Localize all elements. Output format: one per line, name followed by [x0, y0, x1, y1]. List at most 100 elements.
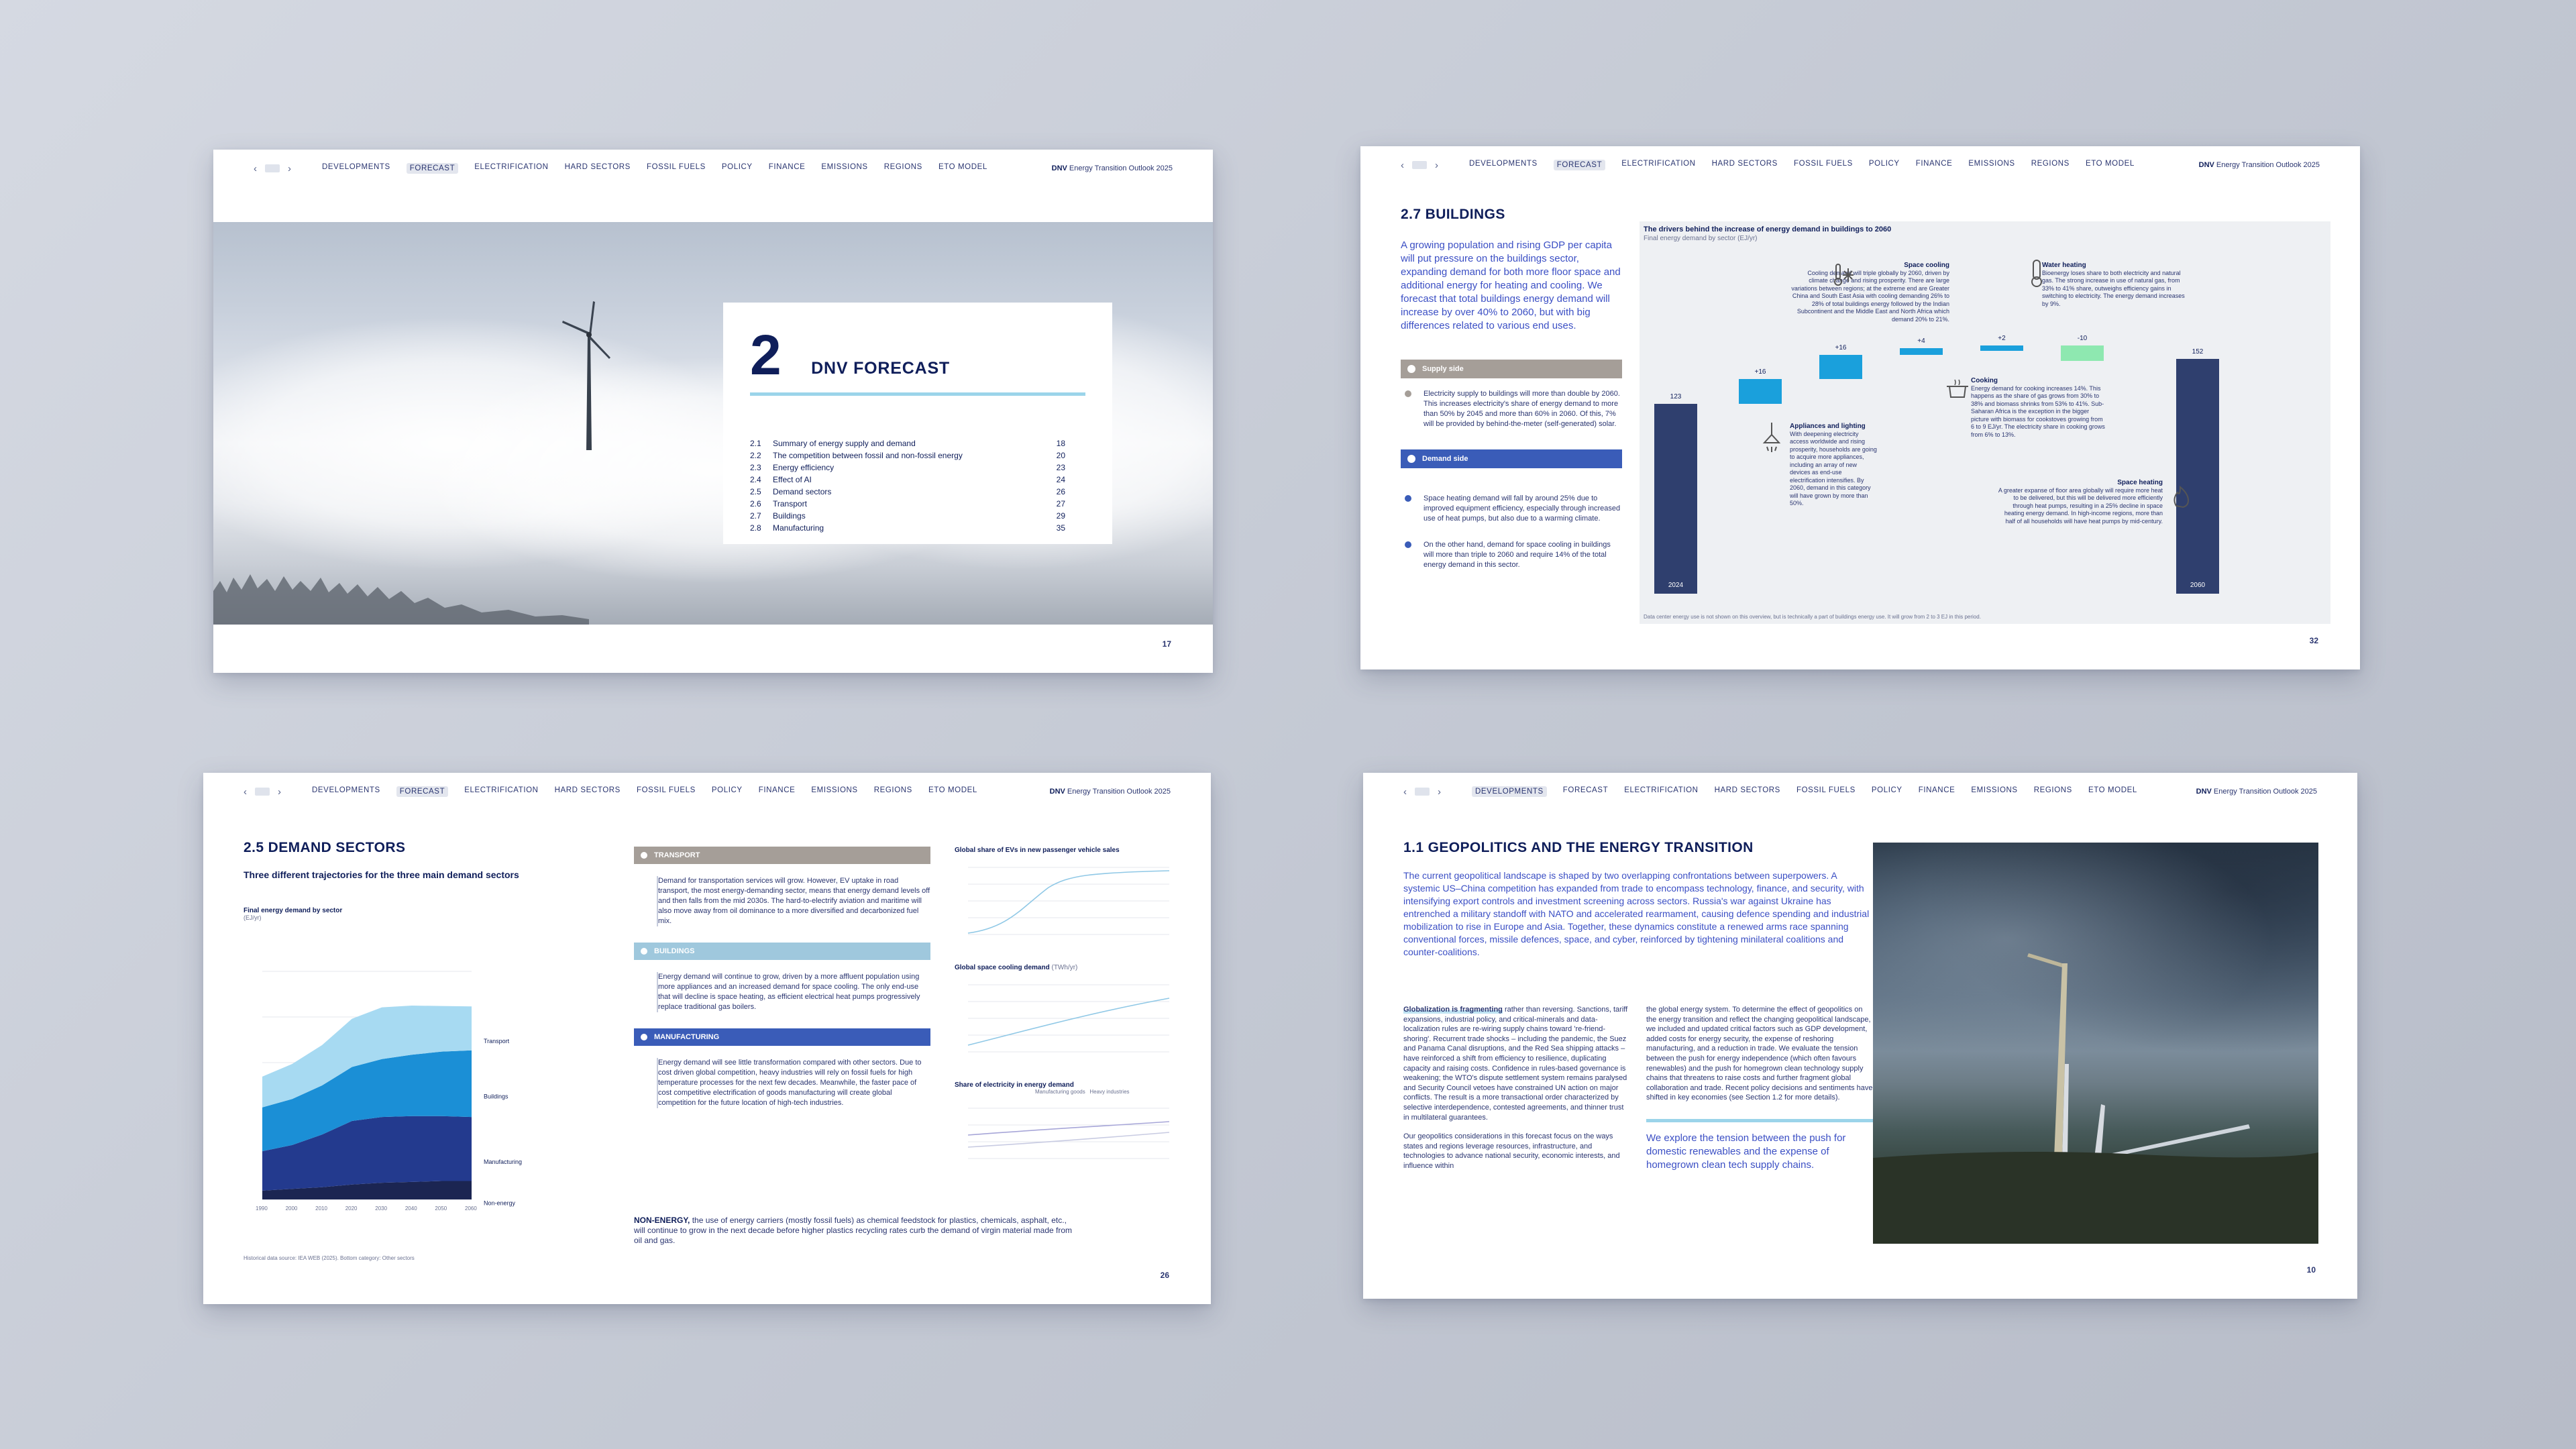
- chevron-right-icon[interactable]: ›: [278, 786, 281, 798]
- nav-item-forecast[interactable]: FORECAST: [1563, 786, 1608, 797]
- section-subheading: Three different trajectories for the thr…: [244, 869, 519, 880]
- chevron-right-icon[interactable]: ›: [288, 163, 291, 174]
- nav-item-forecast[interactable]: FORECAST: [396, 786, 449, 797]
- nav-item-policy[interactable]: POLICY: [1869, 160, 1900, 170]
- chevron-left-icon[interactable]: ‹: [254, 163, 257, 174]
- nav-item-finance[interactable]: FINANCE: [1919, 786, 1955, 797]
- nav-item-emissions[interactable]: EMISSIONS: [811, 786, 857, 797]
- x-tick-label: 2010: [315, 1205, 327, 1212]
- nav-item-forecast[interactable]: FORECAST: [1553, 160, 1606, 170]
- brand-title: Energy Transition Outlook 2025: [2213, 788, 2317, 796]
- heating-icon: [2174, 485, 2190, 508]
- brand-logo: DNV: [1049, 788, 1065, 796]
- toc-item[interactable]: 2.4 Effect of AI 24: [750, 474, 1065, 486]
- toc-item[interactable]: 2.2 The competition between fossil and no…: [750, 449, 1065, 462]
- nav-item-developments[interactable]: DEVELOPMENTS: [1469, 160, 1538, 170]
- toc-item[interactable]: 2.7 Buildings 29: [750, 510, 1065, 522]
- nav-item-finance[interactable]: FINANCE: [1916, 160, 1953, 170]
- nav-item-electrification[interactable]: ELECTRIFICATION: [474, 163, 548, 174]
- transport-text: Demand for transportation services will …: [657, 876, 930, 926]
- waterfall-bar: [2061, 345, 2104, 361]
- manufacturing-text: Energy demand will see little transforma…: [657, 1058, 930, 1108]
- nav-item-eto-model[interactable]: ETO MODEL: [2088, 786, 2137, 797]
- nav-item-emissions[interactable]: EMISSIONS: [821, 163, 867, 174]
- nav-item-regions[interactable]: REGIONS: [2034, 786, 2072, 797]
- cooking-pot-icon: [1947, 379, 1968, 398]
- nav-item-developments[interactable]: DEVELOPMENTS: [1472, 786, 1547, 797]
- nav-item-policy[interactable]: POLICY: [722, 163, 753, 174]
- nav-item-finance[interactable]: FINANCE: [769, 163, 806, 174]
- crane-turbine-silhouette: [1873, 953, 2318, 1244]
- brand-label[interactable]: DNV Energy Transition Outlook 2025: [2196, 788, 2317, 796]
- chevron-right-icon[interactable]: ›: [1438, 786, 1441, 798]
- toc-item[interactable]: 2.5 Demand sectors 26: [750, 486, 1065, 498]
- nav-item-eto-model[interactable]: ETO MODEL: [2086, 160, 2135, 170]
- nav-item-forecast[interactable]: FORECAST: [406, 163, 459, 174]
- toc-item[interactable]: 2.8 Manufacturing 35: [750, 522, 1065, 534]
- chapter-cover-card: 2 DNV FORECAST 2.1 Summary of energy supp…: [723, 303, 1112, 544]
- nav-item-emissions[interactable]: EMISSIONS: [1968, 160, 2015, 170]
- bar-value-label: +4: [1917, 337, 1925, 345]
- nav-item-hard-sectors[interactable]: HARD SECTORS: [1712, 160, 1778, 170]
- nav-item-regions[interactable]: REGIONS: [2031, 160, 2070, 170]
- nav-item-electrification[interactable]: ELECTRIFICATION: [464, 786, 538, 797]
- lead-paragraph: The current geopolitical landscape is sh…: [1403, 870, 1870, 957]
- toc-item[interactable]: 2.3 Energy efficiency 23: [750, 462, 1065, 474]
- nav-item-regions[interactable]: REGIONS: [884, 163, 922, 174]
- nav-item-policy[interactable]: POLICY: [712, 786, 743, 797]
- menu-icon[interactable]: [265, 164, 280, 172]
- nav-item-fossil-fuels[interactable]: FOSSIL FUELS: [647, 163, 706, 174]
- brand-title: Energy Transition Outlook 2025: [1069, 164, 1173, 172]
- slide-geopolitics: ‹ › DEVELOPMENTS FORECAST ELECTRIFICATIO…: [1363, 773, 2357, 1299]
- nav-item-hard-sectors[interactable]: HARD SECTORS: [1715, 786, 1780, 797]
- bar-value-label: -10: [2077, 334, 2088, 342]
- nav-item-hard-sectors[interactable]: HARD SECTORS: [565, 163, 631, 174]
- sector-label: Non-energy: [484, 1199, 516, 1206]
- nav-item-developments[interactable]: DEVELOPMENTS: [312, 786, 380, 797]
- nav-item-electrification[interactable]: ELECTRIFICATION: [1624, 786, 1698, 797]
- brand-label[interactable]: DNV Energy Transition Outlook 2025: [2199, 161, 2320, 169]
- menu-icon[interactable]: [1415, 788, 1430, 796]
- nav-item-emissions[interactable]: EMISSIONS: [1971, 786, 2017, 797]
- x-tick-label: 2000: [286, 1205, 298, 1212]
- nav-item-regions[interactable]: REGIONS: [874, 786, 912, 797]
- pull-quote: We explore the tension between the push …: [1646, 1118, 1873, 1172]
- chapter-title: DNV FORECAST: [811, 359, 951, 378]
- sector-label: Transport: [484, 1038, 510, 1044]
- menu-icon[interactable]: [1412, 161, 1427, 169]
- waterfall-bar: [2176, 359, 2219, 594]
- chevron-right-icon[interactable]: ›: [1435, 160, 1438, 171]
- brand-label[interactable]: DNV Energy Transition Outlook 2025: [1052, 164, 1173, 172]
- nav-item-eto-model[interactable]: ETO MODEL: [938, 163, 987, 174]
- bar-value-label: 123: [1670, 393, 1682, 401]
- nav-item-policy[interactable]: POLICY: [1872, 786, 1902, 797]
- sector-descriptions: TRANSPORT Demand for transportation serv…: [634, 847, 930, 1124]
- bar-year-label: 2024: [1668, 582, 1684, 589]
- nav-item-fossil-fuels[interactable]: FOSSIL FUELS: [637, 786, 696, 797]
- nav-item-finance[interactable]: FINANCE: [759, 786, 796, 797]
- toc-item[interactable]: 2.6 Transport 27: [750, 498, 1065, 510]
- nav-item-fossil-fuels[interactable]: FOSSIL FUELS: [1796, 786, 1856, 797]
- buildings-tag: BUILDINGS: [634, 943, 930, 960]
- x-tick-label: 2060: [465, 1205, 477, 1212]
- chart-source: Historical data source: IEA WEB (2025). …: [244, 1255, 415, 1261]
- nav-item-eto-model[interactable]: ETO MODEL: [928, 786, 977, 797]
- nav-item-hard-sectors[interactable]: HARD SECTORS: [555, 786, 621, 797]
- toc-item[interactable]: 2.1 Summary of energy supply and demand 18: [750, 437, 1065, 449]
- note-appliances-lighting: Appliances and lighting With deepening el…: [1790, 423, 1877, 506]
- wind-turbine-icon: [562, 301, 610, 450]
- chevron-left-icon[interactable]: ‹: [244, 786, 247, 798]
- nav-item-electrification[interactable]: ELECTRIFICATION: [1621, 160, 1695, 170]
- chevron-left-icon[interactable]: ‹: [1403, 786, 1407, 798]
- nav-item-fossil-fuels[interactable]: FOSSIL FUELS: [1794, 160, 1853, 170]
- non-energy-paragraph: NON-ENERGY, the use of energy carriers (…: [634, 1216, 1072, 1245]
- note-space-heating: Space heating A greater expanse of floor …: [1998, 479, 2163, 525]
- brand-label[interactable]: DNV Energy Transition Outlook 2025: [1050, 788, 1171, 796]
- menu-icon[interactable]: [255, 788, 270, 796]
- chevron-left-icon[interactable]: ‹: [1401, 160, 1404, 171]
- chart-legend: Manufacturing goods Heavy industries: [1035, 1089, 1130, 1095]
- nav-item-developments[interactable]: DEVELOPMENTS: [322, 163, 390, 174]
- chart-subtitle: Final energy demand by sector (EJ/yr): [1644, 235, 1758, 242]
- x-tick-label: 1990: [256, 1205, 268, 1212]
- waterfall-bar: [1980, 345, 2023, 351]
